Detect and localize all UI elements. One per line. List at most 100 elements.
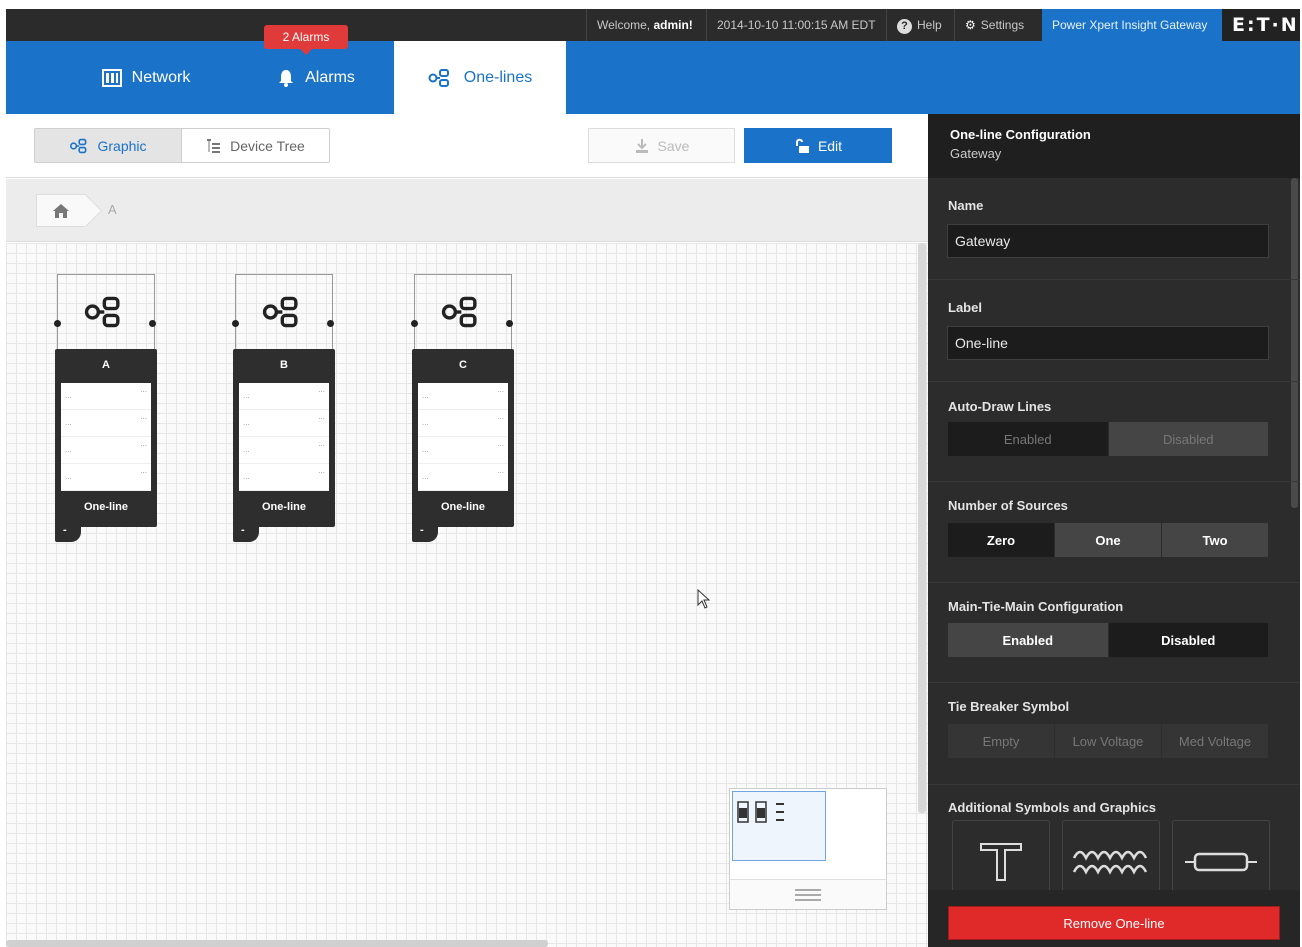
table-row	[239, 410, 329, 437]
welcome-prefix: Welcome,	[597, 18, 654, 32]
transformer-symbol-tile[interactable]	[1062, 820, 1160, 900]
node-name: A	[102, 359, 110, 371]
help-link[interactable]: ? Help	[886, 9, 952, 41]
device-tree-view-button[interactable]: Device Tree	[182, 129, 329, 162]
auto-draw-enabled-button[interactable]: Enabled	[948, 422, 1109, 456]
symbol-palette	[952, 820, 1282, 900]
main-tie-main-toggle: Enabled Disabled	[948, 623, 1269, 657]
connector-left[interactable]	[232, 320, 239, 327]
label-field-group: Label	[928, 280, 1300, 382]
tab-network-label: Network	[131, 68, 191, 86]
tie-breaker-toggle: Empty Low Voltage Med Voltage	[948, 724, 1269, 758]
node-name: C	[459, 359, 467, 371]
table-row	[239, 383, 329, 410]
table-row	[61, 383, 151, 410]
table-row	[61, 410, 151, 437]
panel-subtitle: Gateway	[950, 146, 1002, 161]
one-line-icon	[441, 296, 477, 328]
one-line-node-header	[414, 274, 512, 349]
mtm-enabled-button[interactable]: Enabled	[948, 623, 1109, 657]
one-line-icon	[262, 296, 298, 328]
connector-left[interactable]	[411, 320, 418, 327]
panel-title: One-line Configuration	[950, 127, 1091, 142]
minimap-preview-icon	[737, 801, 784, 823]
mtm-disabled-button[interactable]: Disabled	[1108, 623, 1269, 657]
graphic-view-button[interactable]: Graphic	[35, 129, 182, 162]
tree-icon	[206, 138, 222, 154]
canvas-horizontal-scrollbar[interactable]	[6, 940, 548, 947]
help-icon: ?	[897, 19, 912, 34]
network-icon	[101, 68, 122, 87]
busbar-symbol-tile[interactable]	[1172, 820, 1270, 900]
one-line-node-b[interactable]: B One-line -	[232, 274, 335, 542]
sources-two-button[interactable]: Two	[1162, 523, 1269, 557]
one-line-icon	[428, 68, 454, 88]
sources-toggle: Zero One Two	[948, 523, 1269, 557]
tie-empty-button[interactable]: Empty	[948, 724, 1055, 758]
tab-alarms[interactable]: Alarms	[216, 41, 416, 114]
save-label: Save	[657, 137, 690, 154]
sources-group: Number of Sources Zero One Two	[928, 482, 1300, 583]
symbols-label: Additional Symbols and Graphics	[948, 800, 1157, 815]
edit-button[interactable]: Edit	[744, 128, 892, 163]
gear-icon: ⚙	[965, 18, 976, 32]
sources-zero-button[interactable]: Zero	[948, 523, 1055, 557]
one-line-node-c[interactable]: C One-line -	[411, 274, 514, 542]
help-label: Help	[917, 18, 942, 32]
tie-low-voltage-button[interactable]: Low Voltage	[1055, 724, 1162, 758]
one-line-icon	[69, 138, 91, 154]
auto-draw-disabled-button[interactable]: Disabled	[1108, 422, 1269, 456]
label-input[interactable]	[947, 326, 1269, 360]
one-line-node-a[interactable]: A One-line -	[54, 274, 157, 542]
minimap-viewport[interactable]	[732, 791, 826, 861]
tie-breaker-group: Tie Breaker Symbol Empty Low Voltage Med…	[928, 683, 1300, 785]
node-data-table	[239, 383, 329, 491]
sources-label: Number of Sources	[948, 498, 1068, 513]
connector-right[interactable]	[149, 320, 156, 327]
collapse-tab[interactable]: -	[55, 522, 81, 542]
table-row	[418, 410, 508, 437]
auto-draw-label: Auto-Draw Lines	[948, 399, 1052, 414]
one-line-node-body: A One-line	[55, 349, 157, 527]
one-line-node-header	[235, 274, 333, 349]
bell-icon	[277, 69, 295, 87]
tab-one-lines[interactable]: One-lines	[394, 41, 566, 114]
tie-med-voltage-button[interactable]: Med Voltage	[1162, 724, 1269, 758]
name-input[interactable]	[947, 224, 1269, 258]
node-label: One-line	[83, 501, 128, 513]
gateway-name: Power Xpert Insight Gateway	[1042, 9, 1222, 41]
label-label: Label	[948, 300, 982, 315]
table-row	[239, 437, 329, 464]
settings-link[interactable]: ⚙ Settings	[954, 9, 1034, 41]
connector-right[interactable]	[327, 320, 334, 327]
text-symbol-tile[interactable]	[952, 820, 1050, 900]
connector-right[interactable]	[506, 320, 513, 327]
name-label: Name	[948, 198, 984, 213]
tab-alarms-label: Alarms	[305, 68, 355, 86]
minimap[interactable]	[729, 788, 887, 910]
node-data-table	[418, 383, 508, 491]
datetime: 2014-10-10 11:00:15 AM EDT	[706, 9, 886, 41]
sources-one-button[interactable]: One	[1055, 523, 1162, 557]
table-row	[239, 464, 329, 491]
remove-one-line-button[interactable]: Remove One-line	[948, 906, 1280, 940]
one-line-canvas[interactable]: A One-line - B One-line	[6, 243, 928, 947]
collapse-tab-label: -	[420, 524, 424, 536]
tie-breaker-label: Tie Breaker Symbol	[948, 699, 1070, 714]
table-row	[418, 464, 508, 491]
breadcrumb-home[interactable]	[36, 194, 86, 227]
save-button[interactable]: Save	[588, 128, 735, 163]
collapse-tab[interactable]: -	[233, 522, 259, 542]
eaton-logo: E:T·N	[1222, 9, 1300, 41]
auto-draw-toggle: Enabled Disabled	[948, 422, 1269, 456]
collapse-tab[interactable]: -	[412, 522, 438, 542]
minimap-toggle[interactable]	[730, 879, 886, 909]
one-line-node-body: C One-line	[412, 349, 514, 527]
canvas-vertical-scrollbar[interactable]	[918, 243, 926, 813]
alarm-count-badge[interactable]: 2 Alarms	[264, 25, 348, 55]
main-nav: Network Alarms 2 Alarms One-lines	[6, 25, 1300, 114]
table-row	[418, 437, 508, 464]
connector-left[interactable]	[54, 320, 61, 327]
breadcrumb-current[interactable]: A	[108, 202, 117, 217]
top-bar: Welcome, admin! 2014-10-10 11:00:15 AM E…	[6, 9, 1300, 41]
